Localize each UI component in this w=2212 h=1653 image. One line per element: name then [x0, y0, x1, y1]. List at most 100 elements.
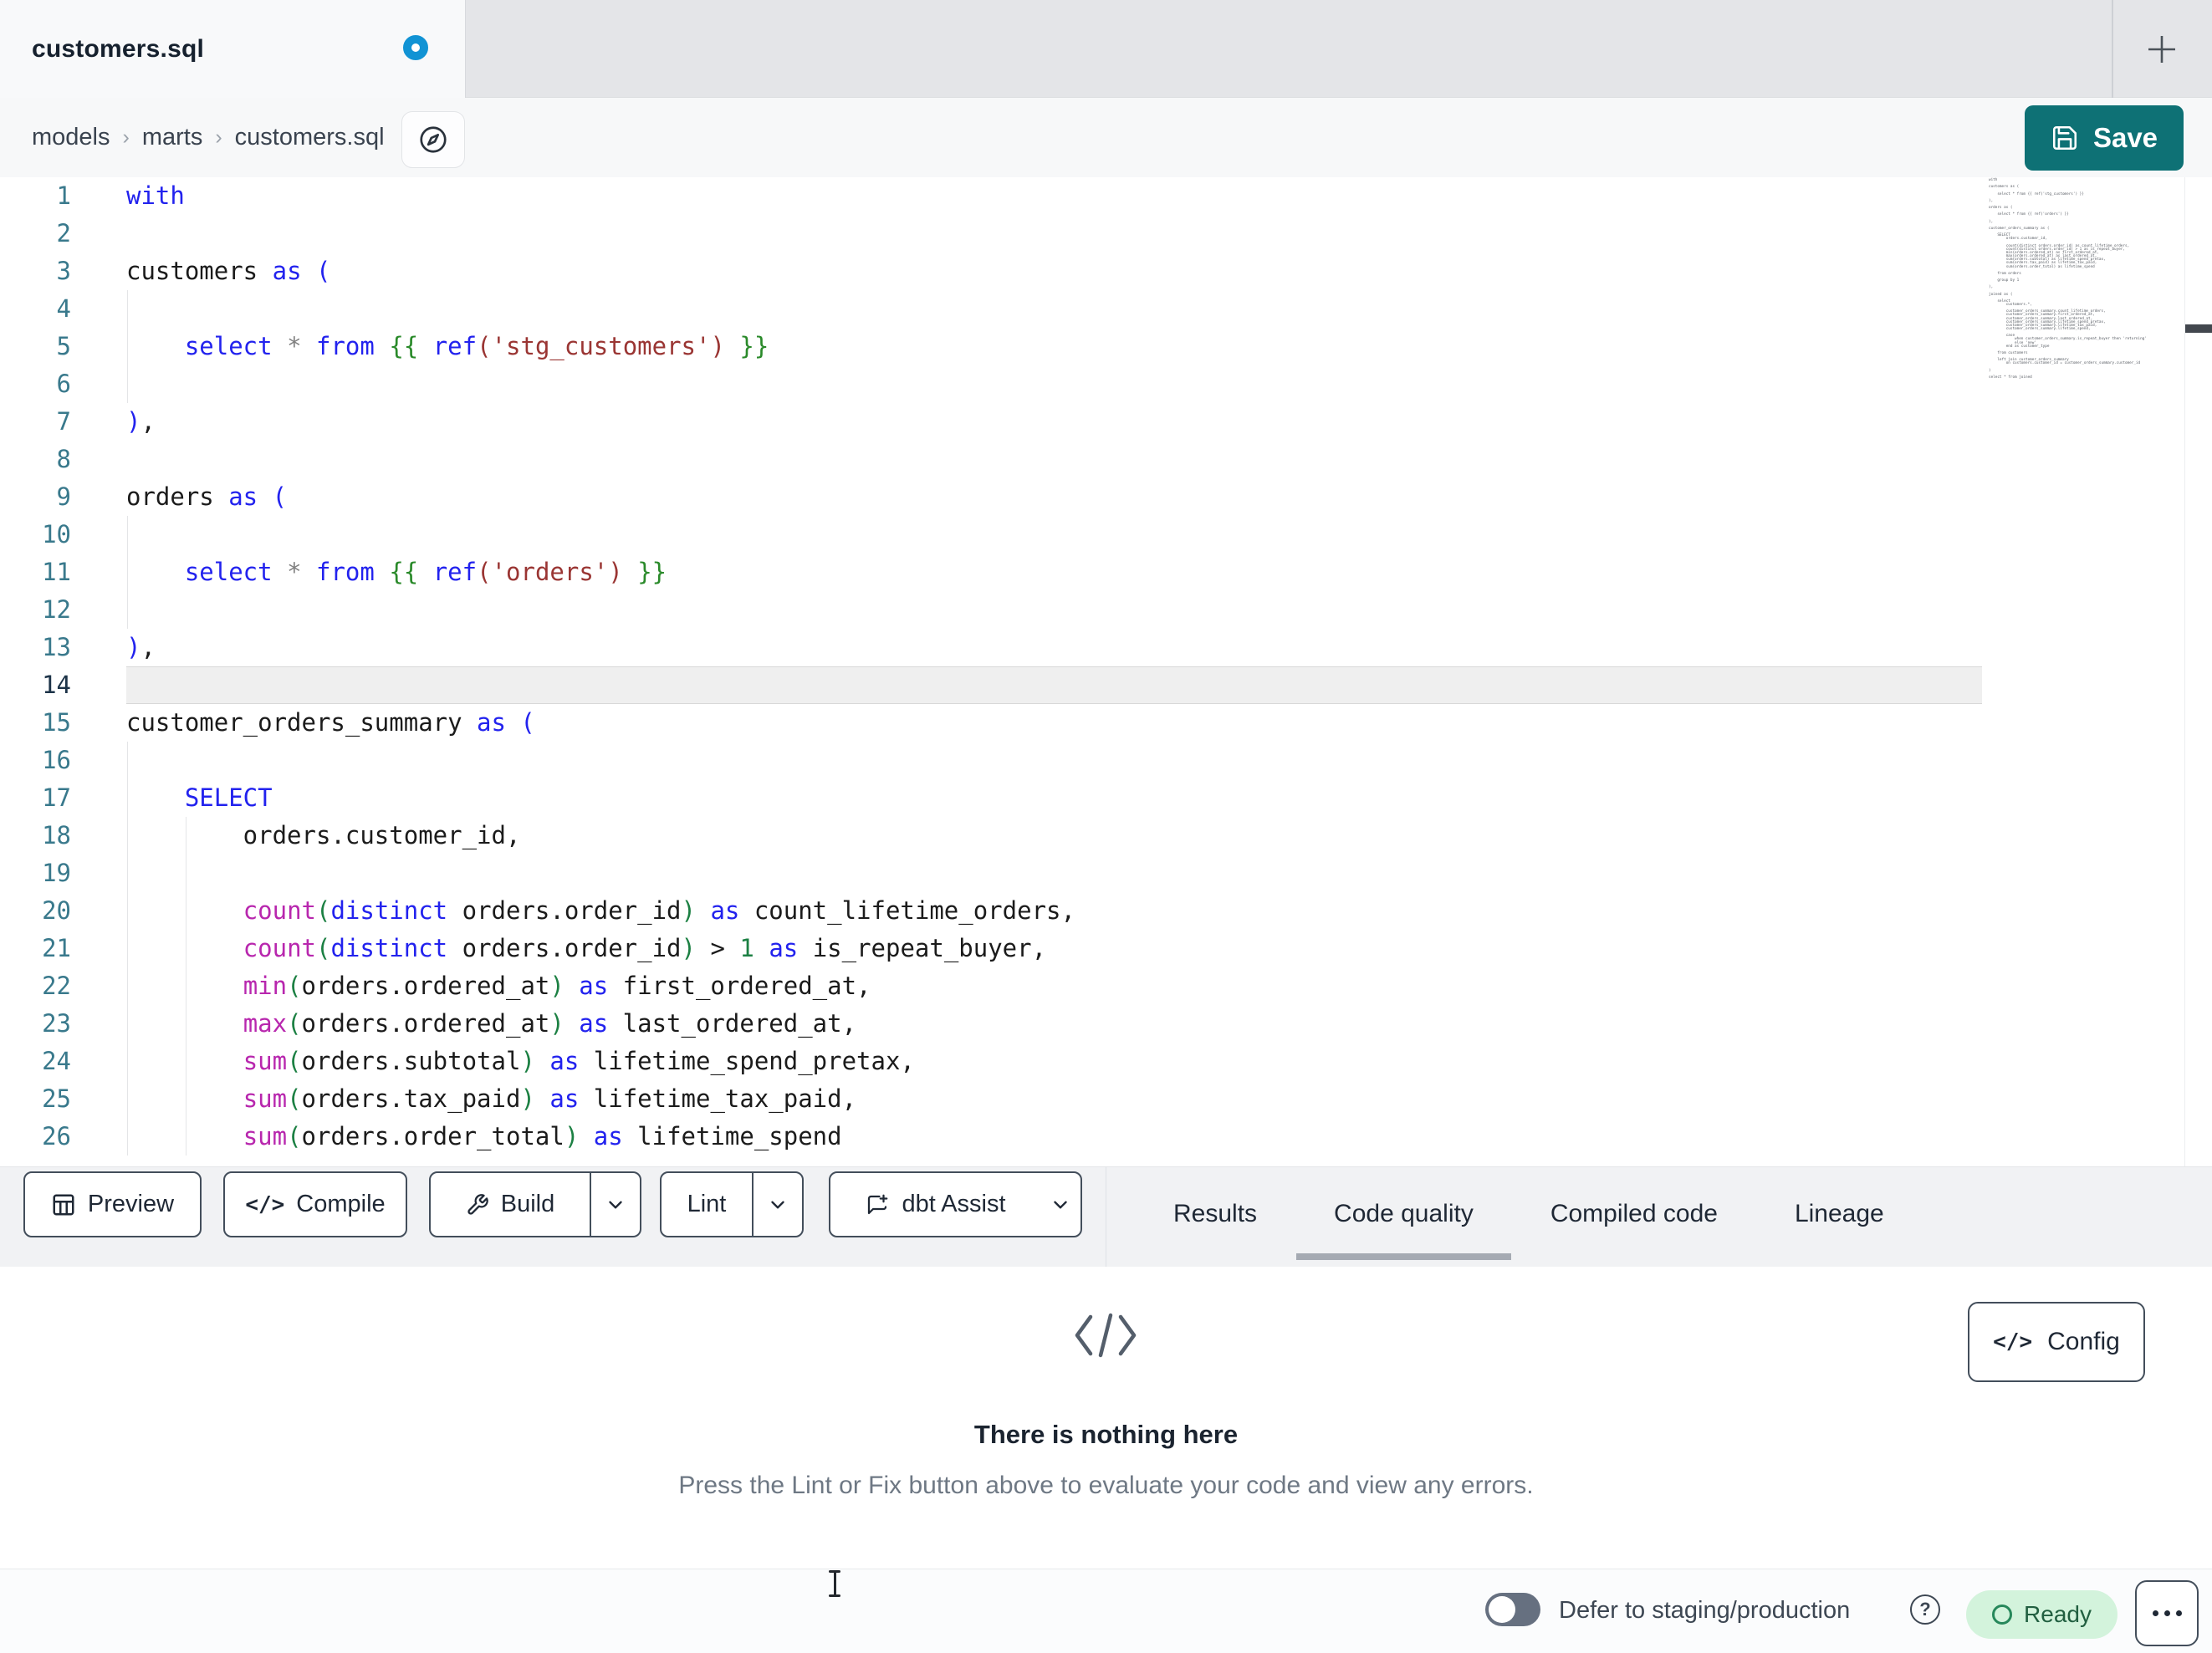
code-line-3[interactable]: 3 customers as ( [0, 253, 1982, 290]
indent-guide [127, 591, 128, 629]
editor-minimap[interactable]: with customers as ( select * from {{ ref(… [1989, 178, 2179, 380]
indent-guide [127, 365, 128, 403]
code-line-2[interactable]: 2 [0, 215, 1982, 253]
save-button[interactable]: Save [2025, 105, 2184, 171]
code-text: sum(orders.order_total) as lifetime_spen… [126, 1118, 1982, 1156]
breadcrumb-item-models[interactable]: models [32, 124, 110, 151]
chevron-down-icon [1054, 1201, 1067, 1208]
line-number: 21 [42, 934, 71, 962]
code-text [126, 365, 1982, 403]
code-text [126, 666, 1982, 704]
panel-tab-lineage[interactable]: Lineage [1795, 1167, 1884, 1261]
file-tab-customers-sql[interactable]: customers.sql [0, 0, 466, 98]
build-button[interactable]: Build [431, 1173, 590, 1236]
connection-status-badge[interactable]: Ready [1966, 1590, 2117, 1639]
breadcrumb-item-customers-sql[interactable]: customers.sql [235, 124, 385, 151]
code-text [126, 290, 1982, 328]
code-text [126, 855, 1982, 892]
save-button-label: Save [2092, 122, 2158, 153]
code-icon [1070, 1309, 1141, 1362]
line-number: 3 [56, 257, 71, 285]
panel-tab-compiled-code[interactable]: Compiled code [1550, 1167, 1718, 1261]
lint-button[interactable]: Lint [662, 1173, 752, 1236]
indent-guide [127, 967, 128, 1005]
code-icon: </> [245, 1191, 285, 1217]
code-line-22[interactable]: 22 min(orders.ordered_at) as first_order… [0, 967, 1982, 1005]
code-line-24[interactable]: 24 sum(orders.subtotal) as lifetime_spen… [0, 1043, 1982, 1080]
editor-scrollbar[interactable] [2184, 177, 2212, 1166]
code-text: select * from {{ ref('orders') }} [126, 554, 1982, 591]
preview-button[interactable]: Preview [23, 1171, 202, 1237]
code-line-20[interactable]: 20 count(distinct orders.order_id) as co… [0, 892, 1982, 930]
lint-dropdown-button[interactable] [752, 1173, 802, 1236]
status-label: Ready [2024, 1601, 2092, 1627]
line-number: 19 [42, 859, 71, 887]
code-line-4[interactable]: 4 [0, 290, 1982, 328]
indent-guide [127, 328, 128, 365]
table-icon [53, 1194, 74, 1215]
text-cursor-icon [828, 1570, 841, 1597]
line-number: 17 [42, 783, 71, 812]
line-number: 14 [42, 671, 71, 699]
dbt-cloud-ide: customers.sql models › marts › customers.sql… [0, 0, 2212, 1653]
code-line-10[interactable]: 10 [0, 516, 1982, 554]
new-tab-button[interactable] [2138, 25, 2186, 74]
config-button[interactable]: </> Config [1968, 1302, 2145, 1382]
code-line-8[interactable]: 8 [0, 441, 1982, 478]
code-line-17[interactable]: 17 SELECT [0, 779, 1982, 817]
code-line-12[interactable]: 12 [0, 591, 1982, 629]
code-text: ), [126, 407, 156, 436]
more-options-button[interactable] [2135, 1580, 2199, 1646]
code-line-19[interactable]: 19 [0, 855, 1982, 892]
line-number: 8 [56, 445, 71, 473]
code-line-21[interactable]: 21 count(distinct orders.order_id) > 1 a… [0, 930, 1982, 967]
code-line-7[interactable]: 7), [0, 403, 1982, 441]
code-line-18[interactable]: 18 orders.customer_id, [0, 817, 1982, 855]
dbt-assist-dropdown-button[interactable] [1040, 1173, 1080, 1236]
code-line-23[interactable]: 23 max(orders.ordered_at) as last_ordere… [0, 1005, 1982, 1043]
code-line-25[interactable]: 25 sum(orders.tax_paid) as lifetime_tax_… [0, 1080, 1982, 1118]
open-lineage-button[interactable] [401, 111, 465, 168]
code-text: with [126, 181, 185, 210]
code-icon: </> [1993, 1329, 2033, 1355]
code-text: sum(orders.tax_paid) as lifetime_tax_pai… [126, 1080, 1982, 1118]
panel-tab-results[interactable]: Results [1173, 1167, 1257, 1261]
code-text [126, 591, 1982, 629]
build-split-button: Build [429, 1171, 641, 1237]
line-number: 22 [42, 972, 71, 1000]
line-number: 5 [56, 332, 71, 360]
chat-sparkle-icon [868, 1194, 888, 1214]
empty-state-title: There is nothing here [973, 1420, 1239, 1449]
code-quality-panel: </> Config There is nothing here Press t… [0, 1267, 2212, 1569]
results-panel-tabs: Results Code quality Compiled code Lineage [1173, 1167, 1884, 1261]
compile-button[interactable]: </> Compile [223, 1171, 407, 1237]
dbt-assist-button[interactable]: dbt Assist [829, 1171, 1082, 1237]
panel-tab-code-quality[interactable]: Code quality [1296, 1167, 1511, 1261]
code-line-14[interactable]: 14 [0, 666, 1982, 704]
line-number: 9 [56, 482, 71, 511]
code-line-6[interactable]: 6 [0, 365, 1982, 403]
code-text: ), [126, 633, 156, 661]
code-line-13[interactable]: 13), [0, 629, 1982, 666]
breadcrumb-item-marts[interactable]: marts [142, 124, 203, 151]
line-number: 15 [42, 708, 71, 737]
code-line-15[interactable]: 15 customer_orders_summary as ( [0, 704, 1982, 742]
code-line-26[interactable]: 26 sum(orders.order_total) as lifetime_s… [0, 1118, 1982, 1156]
line-number: 13 [42, 633, 71, 661]
code-text: orders.customer_id, [126, 817, 1982, 855]
code-line-9[interactable]: 9 orders as ( [0, 478, 1982, 516]
code-editor[interactable]: 1 with 2 3 customers as (4 5 select * from {{… [0, 177, 1982, 1156]
code-line-16[interactable]: 16 [0, 742, 1982, 779]
indent-guide [127, 892, 128, 930]
config-label: Config [2047, 1328, 2120, 1355]
code-line-11[interactable]: 11 select * from {{ ref('orders') }} [0, 554, 1982, 591]
scrollbar-thumb[interactable] [2185, 324, 2212, 333]
indent-guide [127, 290, 128, 328]
build-dropdown-button[interactable] [590, 1173, 640, 1236]
indent-guide [127, 516, 128, 554]
code-line-5[interactable]: 5 select * from {{ ref('stg_customers') … [0, 328, 1982, 365]
defer-toggle[interactable] [1485, 1593, 1540, 1626]
help-button[interactable]: ? [1910, 1594, 1940, 1625]
code-line-1[interactable]: 1 with [0, 177, 1982, 215]
floppy-disk-icon [2052, 125, 2077, 151]
